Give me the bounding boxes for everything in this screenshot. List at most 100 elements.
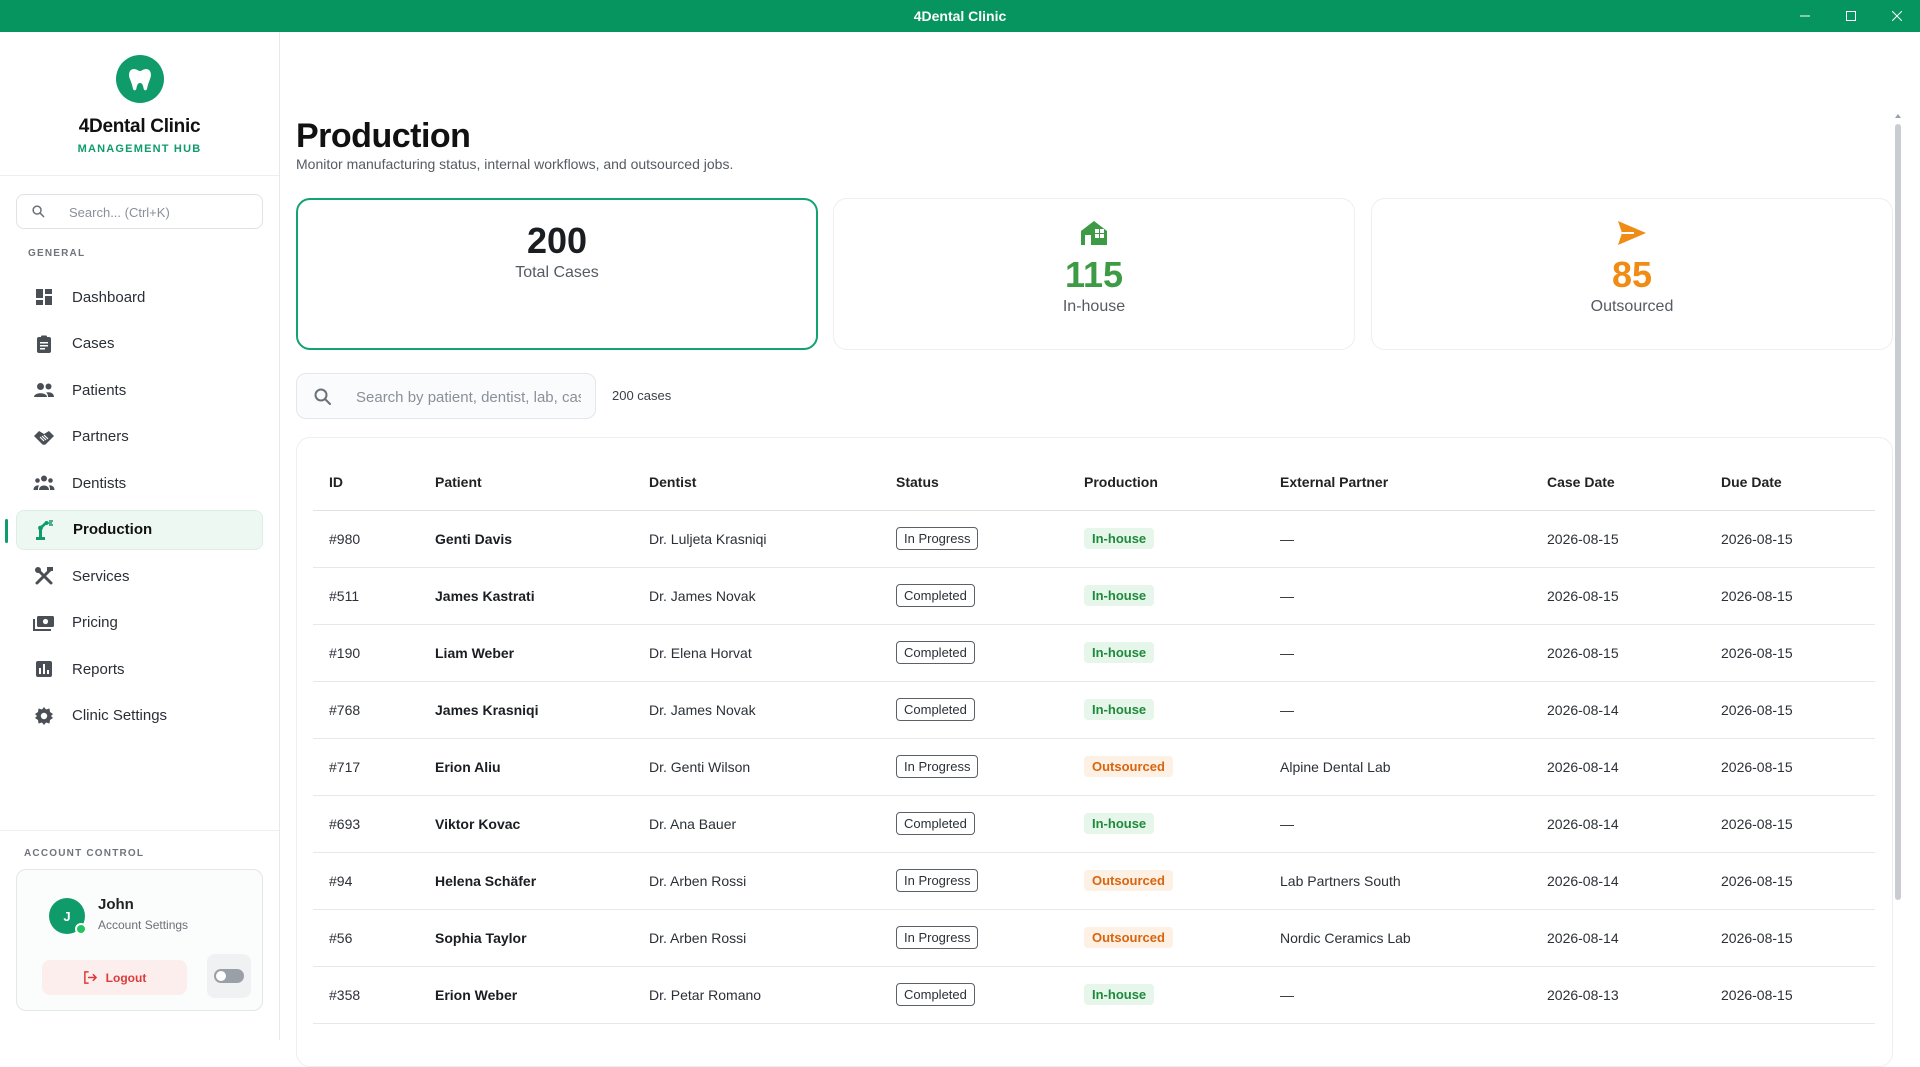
table-row[interactable]: #190 Liam Weber Dr. Elena Horvat Completed I…	[313, 624, 1875, 682]
cell-case-date: 2026-08-14	[1531, 795, 1705, 853]
sidebar-item-label: Partners	[72, 428, 129, 445]
stat-card-outsourced[interactable]: 85 Outsourced	[1371, 198, 1893, 350]
table-row[interactable]: #768 James Krasniqi Dr. James Novak Complet…	[313, 681, 1875, 739]
maximize-button[interactable]	[1828, 0, 1874, 32]
sidebar-item-label: Production	[73, 521, 153, 538]
status-badge: Completed	[896, 698, 975, 721]
stat-outsourced-label: Outsourced	[1590, 298, 1674, 315]
theme-toggle[interactable]	[207, 954, 251, 998]
search-icon	[314, 388, 331, 405]
production-badge: In-house	[1084, 984, 1155, 1005]
column-header-dentist[interactable]: Dentist	[633, 454, 880, 511]
column-header-status[interactable]: Status	[880, 454, 1068, 511]
table-row[interactable]: #693 Viktor Kovac Dr. Ana Bauer Completed In…	[313, 795, 1875, 853]
column-header-patient[interactable]: Patient	[419, 454, 633, 511]
cell-production: Outsourced	[1068, 852, 1264, 910]
avatar-initial: J	[63, 908, 71, 924]
case-search-input[interactable]	[356, 387, 581, 407]
logout-button[interactable]: Logout	[42, 960, 187, 995]
sidebar-item-pricing[interactable]: Pricing	[16, 603, 263, 643]
cell-id: #693	[313, 795, 419, 853]
brand-name: 4Dental Clinic	[78, 116, 201, 137]
cell-dentist: Dr. James Novak	[633, 681, 880, 739]
scrollbar-thumb[interactable]	[1895, 124, 1901, 900]
status-badge: Completed	[896, 584, 975, 607]
cell-external-partner: —	[1264, 510, 1531, 568]
cell-patient: James Kastrati	[419, 567, 633, 625]
page-subtitle: Monitor manufacturing status, internal w…	[296, 156, 734, 172]
account-name: John	[98, 896, 134, 913]
column-header-due-date[interactable]: Due Date	[1705, 454, 1875, 511]
minimize-button[interactable]	[1782, 0, 1828, 32]
production-badge: Outsourced	[1084, 870, 1173, 891]
cell-patient: Erion Weber	[419, 966, 633, 1024]
column-header-external-partner[interactable]: External Partner	[1264, 454, 1531, 511]
table-row[interactable]: #358 Erion Weber Dr. Petar Romano Completed…	[313, 966, 1875, 1024]
sidebar-item-partners[interactable]: Partners	[16, 417, 263, 457]
house-icon	[1081, 221, 1107, 245]
sidebar-item-reports[interactable]: Reports	[16, 649, 263, 689]
cell-production: Outsourced	[1068, 909, 1264, 967]
sidebar-item-label: Services	[72, 567, 130, 585]
sidebar-item-dashboard[interactable]: Dashboard	[16, 277, 263, 317]
stat-total-value: 200	[526, 220, 588, 261]
toggle-switch[interactable]	[214, 969, 244, 983]
sidebar-item-label: Reports	[72, 660, 125, 678]
table-row[interactable]: #511 James Kastrati Dr. James Novak Complet…	[313, 567, 1875, 625]
production-badge: In-house	[1084, 585, 1155, 606]
sidebar-item-label: Clinic Settings	[72, 707, 168, 724]
scroll-up-arrow-icon[interactable]	[1894, 112, 1902, 120]
cell-id: #358	[313, 966, 419, 1024]
logout-icon	[83, 971, 97, 984]
status-badge: In Progress	[896, 755, 979, 778]
table-row[interactable]: #56 Sophia Taylor Dr. Arben Rossi In Progre…	[313, 909, 1875, 967]
divider	[0, 830, 279, 831]
status-badge: In Progress	[896, 527, 979, 550]
production-badge: Outsourced	[1084, 927, 1173, 948]
cell-id: #94	[313, 852, 419, 910]
cell-due-date: 2026-08-15	[1705, 909, 1875, 967]
sidebar-item-clinic-settings[interactable]: Clinic Settings	[16, 696, 263, 736]
cell-case-date: 2026-08-13	[1531, 966, 1705, 1024]
sidebar-search-input[interactable]	[69, 203, 249, 221]
sidebar-item-label: Pricing	[72, 614, 118, 631]
status-badge: Completed	[896, 983, 975, 1006]
sidebar-item-patients[interactable]: Patients	[16, 370, 263, 410]
sidebar-nav: Dashboard Cases Patients Partners Dentis…	[5, 277, 263, 742]
account-settings-link[interactable]: Account Settings	[98, 918, 188, 932]
avatar[interactable]: J	[49, 898, 87, 935]
column-header-id[interactable]: ID	[313, 454, 419, 511]
close-button[interactable]	[1874, 0, 1920, 32]
table-row[interactable]: #717 Erion Aliu Dr. Genti Wilson In Progres…	[313, 738, 1875, 796]
sidebar-item-cases[interactable]: Cases	[16, 324, 263, 364]
cell-external-partner: —	[1264, 624, 1531, 682]
stat-inhouse-value: 115	[1064, 254, 1124, 295]
online-status-indicator	[75, 923, 87, 935]
column-header-case-date[interactable]: Case Date	[1531, 454, 1705, 511]
stat-card-total[interactable]: 200 Total Cases	[296, 198, 818, 350]
cell-patient: Viktor Kovac	[419, 795, 633, 853]
cell-id: #56	[313, 909, 419, 967]
cell-due-date: 2026-08-15	[1705, 567, 1875, 625]
cell-patient: Helena Schäfer	[419, 852, 633, 910]
cell-production: In-house	[1068, 795, 1264, 853]
brand-subtitle: MANAGEMENT HUB	[77, 143, 202, 155]
page-title: Production	[296, 117, 471, 155]
table-row[interactable]: #980 Genti Davis Dr. Luljeta Krasniqi In Pr…	[313, 510, 1875, 568]
table-row[interactable]: #94 Helena Schäfer Dr. Arben Rossi In Progr…	[313, 852, 1875, 910]
cell-dentist: Dr. Genti Wilson	[633, 738, 880, 796]
sidebar-item-services[interactable]: Services	[16, 556, 263, 596]
sidebar-item-production[interactable]: Production	[5, 509, 263, 550]
column-header-production[interactable]: Production	[1068, 454, 1264, 511]
cell-production: Outsourced	[1068, 738, 1264, 796]
case-search[interactable]	[296, 373, 596, 419]
stat-card-inhouse[interactable]: 115 In-house	[833, 198, 1355, 350]
cell-case-date: 2026-08-15	[1531, 510, 1705, 568]
production-table: ID Patient Dentist Status Production Ext…	[313, 454, 1875, 1024]
sidebar-search[interactable]	[16, 194, 263, 229]
production-badge: In-house	[1084, 813, 1155, 834]
cell-due-date: 2026-08-15	[1705, 510, 1875, 568]
sidebar-item-dentists[interactable]: Dentists	[16, 463, 263, 503]
cell-production: In-house	[1068, 567, 1264, 625]
vertical-scrollbar[interactable]	[1893, 112, 1903, 900]
